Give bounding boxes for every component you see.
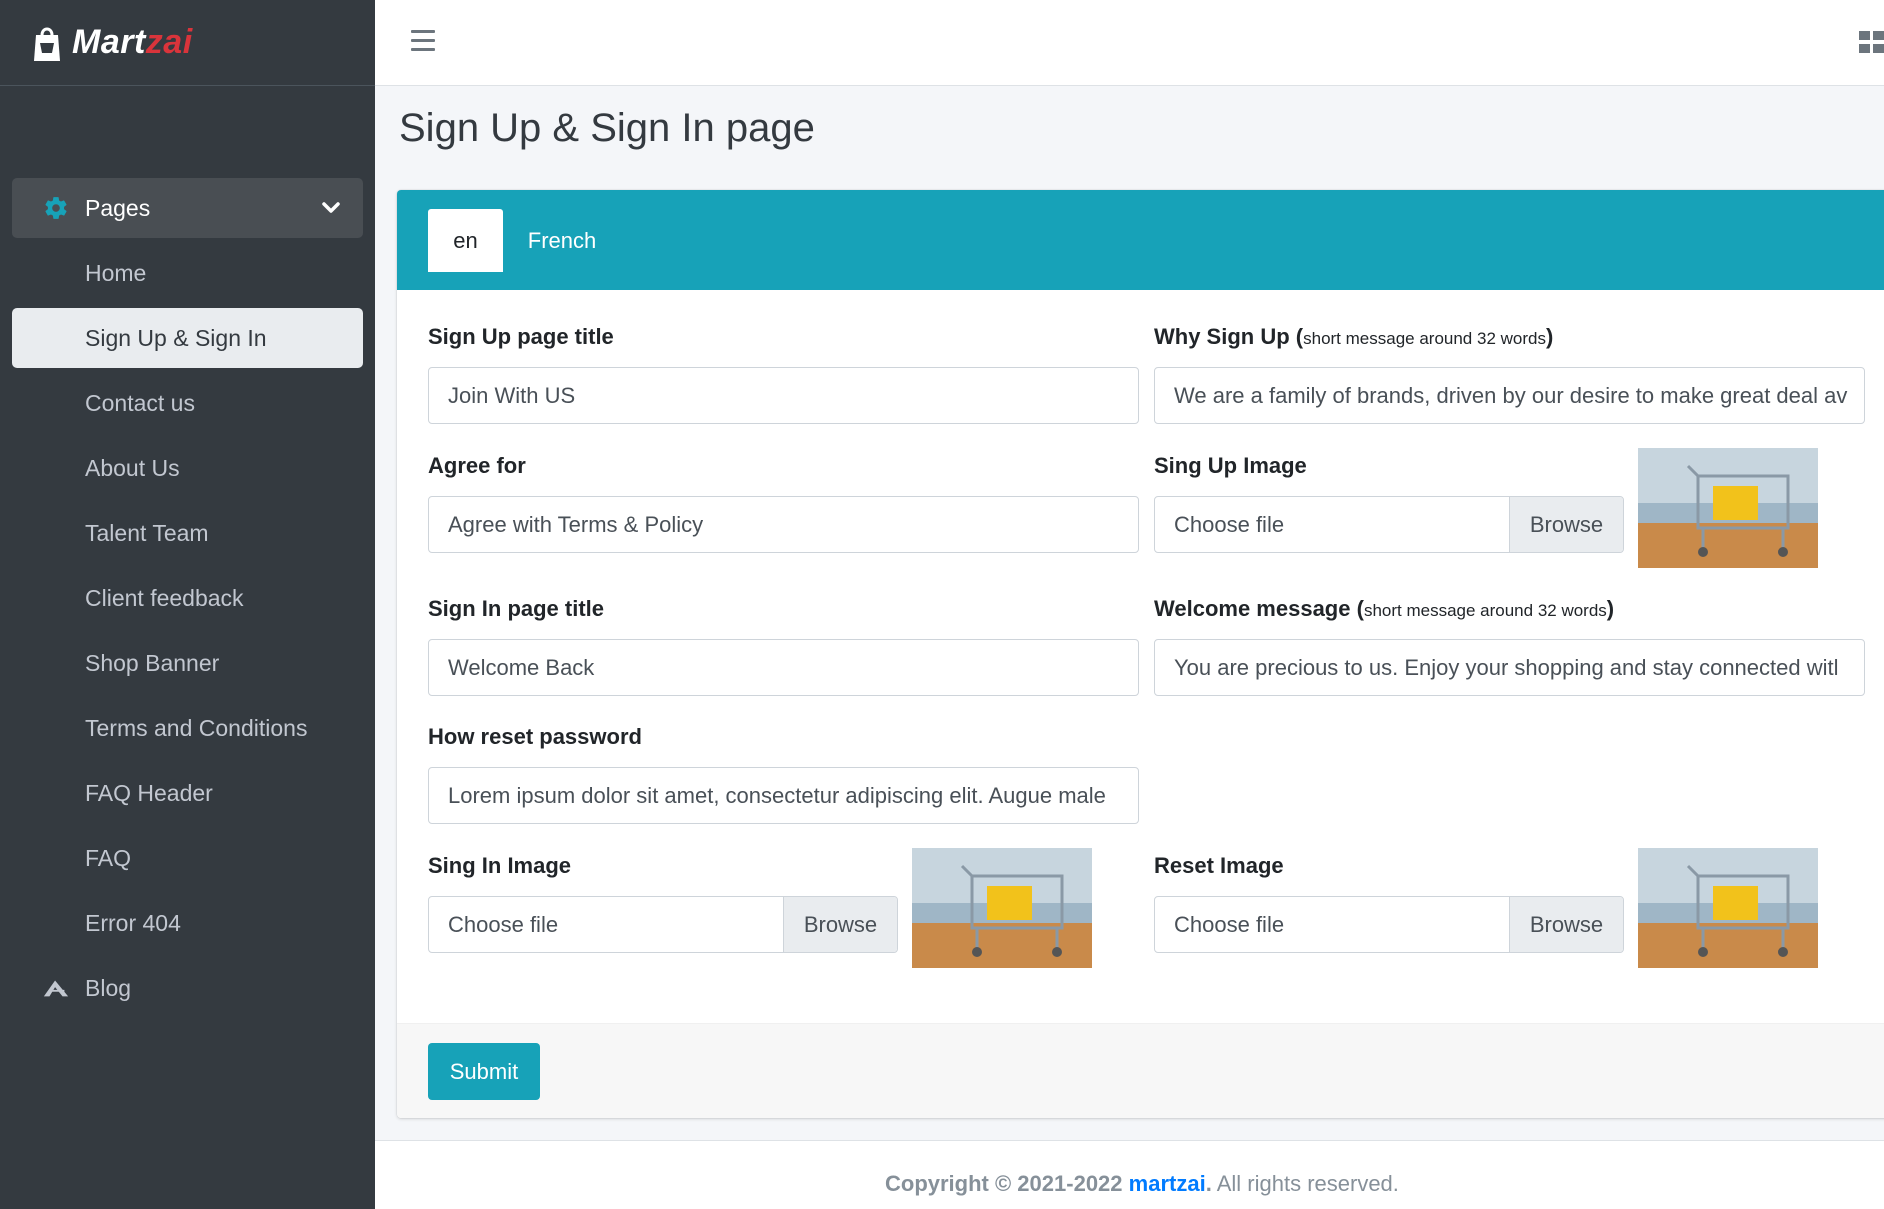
sidebar-item-label: FAQ Header [85, 779, 213, 806]
sidebar-item-faq-header[interactable]: FAQ Header [12, 763, 363, 823]
sidebar-item-faq[interactable]: FAQ [12, 828, 363, 888]
sidebar-item-label: Client feedback [85, 584, 244, 611]
sidebar-item-label: Blog [85, 974, 132, 1001]
signin-image-preview [912, 848, 1092, 968]
sidebar-item-label: Contact us [85, 389, 195, 416]
sidebar-item-label: About Us [85, 454, 180, 481]
reset-password-label: How reset password [428, 724, 642, 749]
tab-en[interactable]: en [428, 209, 503, 272]
file-name: Choose file [1174, 911, 1285, 937]
language-tabs: en French [397, 190, 1884, 290]
sidebar-item-label: Talent Team [85, 519, 209, 546]
sidebar-item-terms-and-conditions[interactable]: Terms and Conditions [12, 698, 363, 758]
sidebar-item-client-feedback[interactable]: Client feedback [12, 568, 363, 628]
blog-icon [42, 974, 70, 1002]
why-signup-label: Why Sign Up (short message around 32 wor… [1154, 324, 1554, 349]
browse-button[interactable]: Browse [783, 897, 897, 952]
sidebar-item-label: Sign Up & Sign In [85, 324, 267, 351]
sidebar-item-contact-us[interactable]: Contact us [12, 373, 363, 433]
page-title: Sign Up & Sign In page [399, 106, 815, 150]
sidebar-item-pages[interactable]: Pages [12, 178, 363, 238]
chevron-down-icon [319, 196, 343, 220]
signin-image-label: Sing In Image [428, 853, 572, 878]
file-name: Choose file [448, 911, 559, 937]
form-card: en French Sign Up page title Join With U… [397, 190, 1884, 1118]
sidebar-item-home[interactable]: Home [12, 243, 363, 303]
sidebar-item-label: Pages [85, 194, 151, 221]
footer-brand-link[interactable]: martzai [1129, 1171, 1206, 1196]
sidebar-item-sign-up-sign-in[interactable]: Sign Up & Sign In [12, 308, 363, 368]
sidebar-item-shop-banner[interactable]: Shop Banner [12, 633, 363, 693]
sidebar-item-label: Home [85, 259, 147, 286]
grid-icon[interactable] [1859, 31, 1884, 53]
sidebar: Martzai Pages Home Sign Up & Sign In Con… [0, 0, 375, 1209]
file-name: Choose file [1174, 511, 1285, 537]
sidebar-item-talent-team[interactable]: Talent Team [12, 503, 363, 563]
page-footer: Copyright © 2021-2022 martzai. All right… [375, 1140, 1884, 1209]
signup-image-label: Sing Up Image [1154, 453, 1307, 478]
agree-for-input[interactable]: Agree with Terms & Policy [428, 496, 1139, 553]
sidebar-item-label: Terms and Conditions [85, 714, 308, 741]
gear-icon [42, 194, 70, 222]
browse-button[interactable]: Browse [1509, 497, 1623, 552]
signup-title-input[interactable]: Join With US [428, 367, 1139, 424]
sidebar-item-label: FAQ [85, 844, 132, 871]
signup-image-preview [1638, 448, 1818, 568]
sidebar-item-about-us[interactable]: About Us [12, 438, 363, 498]
submit-button[interactable]: Submit [428, 1043, 540, 1100]
sidebar-nav: Pages Home Sign Up & Sign In Contact us … [12, 178, 363, 1023]
top-navbar [375, 0, 1884, 86]
signup-title-label: Sign Up page title [428, 324, 614, 349]
sidebar-item-error-404[interactable]: Error 404 [12, 893, 363, 953]
copyright-text: Copyright © 2021-2022 martzai. All right… [885, 1171, 1399, 1196]
shopping-bag-icon [30, 23, 66, 63]
sidebar-item-blog[interactable]: Blog [12, 958, 363, 1018]
browse-button[interactable]: Browse [1509, 897, 1623, 952]
signin-title-label: Sign In page title [428, 596, 605, 621]
tab-french[interactable]: French [507, 209, 617, 272]
agree-for-label: Agree for [428, 453, 526, 478]
sidebar-item-label: Error 404 [85, 909, 181, 936]
signin-image-file-input[interactable]: Choose file Browse [428, 896, 898, 953]
why-signup-input[interactable]: We are a family of brands, driven by our… [1154, 367, 1865, 424]
signin-title-input[interactable]: Welcome Back [428, 639, 1139, 696]
reset-image-label: Reset Image [1154, 853, 1284, 878]
reset-image-file-input[interactable]: Choose file Browse [1154, 896, 1624, 953]
card-footer: Submit [397, 1023, 1884, 1118]
sidebar-item-label: Shop Banner [85, 649, 220, 676]
brand[interactable]: Martzai [0, 0, 375, 86]
hamburger-icon[interactable] [411, 30, 435, 52]
reset-image-preview [1638, 848, 1818, 968]
brand-name: Martzai [72, 23, 193, 61]
welcome-message-input[interactable]: You are precious to us. Enjoy your shopp… [1154, 639, 1865, 696]
signup-image-file-input[interactable]: Choose file Browse [1154, 496, 1624, 553]
welcome-message-label: Welcome message (short message around 32… [1154, 596, 1615, 621]
reset-password-input[interactable]: Lorem ipsum dolor sit amet, consectetur … [428, 767, 1139, 824]
